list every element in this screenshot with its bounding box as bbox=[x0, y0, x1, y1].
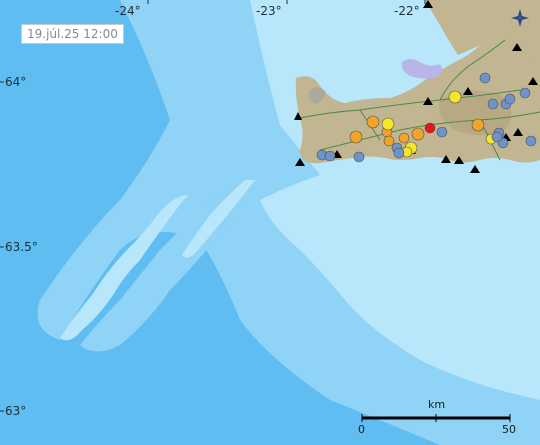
earthquake-marker[interactable] bbox=[383, 135, 395, 147]
earthquake-marker[interactable] bbox=[381, 117, 395, 131]
earthquake-marker[interactable] bbox=[479, 72, 491, 84]
earthquake-marker[interactable] bbox=[398, 132, 410, 144]
lat-label-63: 63° bbox=[5, 404, 27, 418]
lat-label-63-5: 63.5° bbox=[5, 240, 38, 254]
earthquake-marker[interactable] bbox=[411, 127, 425, 141]
earthquake-marker[interactable] bbox=[487, 98, 499, 110]
scale-start-label: 0 bbox=[358, 423, 365, 436]
scale-unit-label: km bbox=[428, 398, 446, 411]
earthquake-marker[interactable] bbox=[424, 122, 436, 134]
earthquake-marker[interactable] bbox=[324, 150, 336, 162]
earthquake-marker[interactable] bbox=[448, 90, 462, 104]
earthquake-marker[interactable] bbox=[353, 151, 365, 163]
lon-label-23: -23° bbox=[256, 4, 282, 18]
timestamp-badge: 19.júl.25 12:00 bbox=[21, 24, 124, 44]
lon-label-24: -24° bbox=[115, 4, 141, 18]
earthquake-marker[interactable] bbox=[519, 87, 531, 99]
earthquake-marker[interactable] bbox=[471, 118, 485, 132]
map-canvas[interactable] bbox=[0, 0, 540, 445]
lat-label-64: 64° bbox=[5, 75, 27, 89]
earthquake-marker[interactable] bbox=[491, 131, 503, 143]
earthquake-marker[interactable] bbox=[525, 135, 537, 147]
earthquake-marker[interactable] bbox=[349, 130, 363, 144]
earthquake-marker[interactable] bbox=[504, 93, 516, 105]
earthquake-marker[interactable] bbox=[436, 126, 448, 138]
scale-end-label: 50 bbox=[502, 423, 516, 436]
lon-label-22: -22° bbox=[394, 4, 420, 18]
earthquake-marker[interactable] bbox=[393, 147, 405, 159]
earthquake-marker[interactable] bbox=[366, 115, 380, 129]
